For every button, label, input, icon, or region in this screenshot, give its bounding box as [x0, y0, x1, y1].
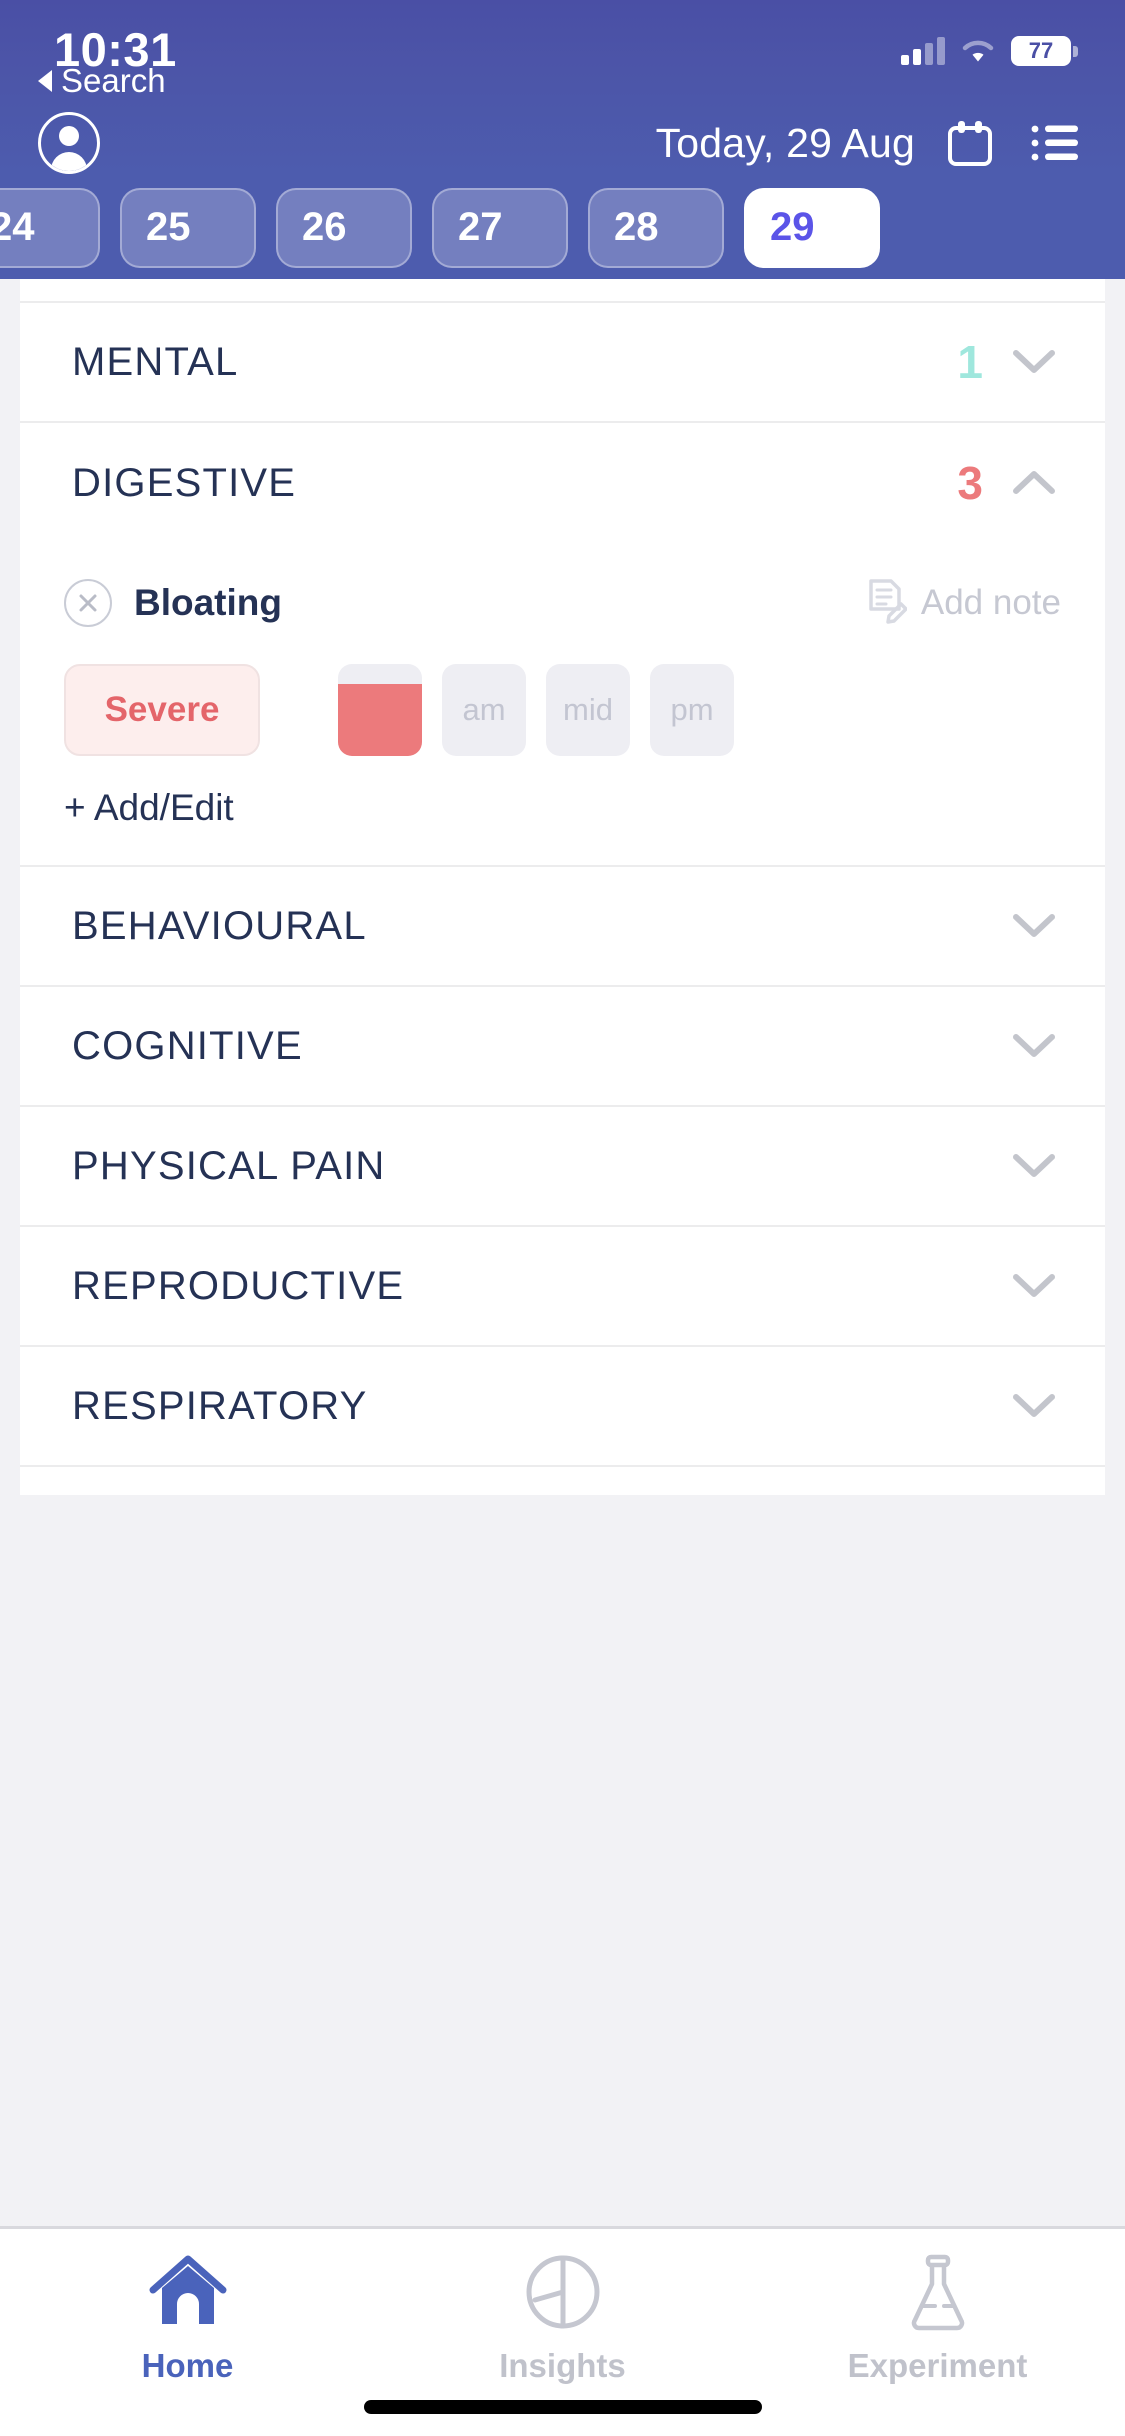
- nav-actions: [947, 119, 1079, 167]
- category-meta: [1013, 1153, 1055, 1179]
- chevron-down-icon[interactable]: [1013, 1153, 1055, 1179]
- time-slot-label: am: [462, 692, 506, 727]
- tab-label: Home: [141, 2347, 234, 2384]
- status-bar-indicators: 77: [901, 22, 1078, 66]
- home-indicator-bar[interactable]: [363, 2400, 762, 2414]
- back-triangle-icon: [38, 70, 52, 92]
- tab-label: Insights: [499, 2347, 626, 2384]
- digestive-expanded-body: Bloating Add note Severe am mid pm + Add…: [20, 543, 1105, 867]
- wifi-icon: [961, 38, 995, 64]
- battery-percent-label: 77: [1028, 38, 1054, 63]
- tab-experiment[interactable]: Experiment: [750, 2251, 1125, 2385]
- app-screen: 10:31 77 Search Today, 29 Aug 24 25 26 2…: [0, 0, 1125, 2436]
- chevron-down-icon[interactable]: [1013, 1393, 1055, 1419]
- date-pill-label: 24: [0, 205, 35, 249]
- category-label: PHYSICAL PAIN: [72, 1143, 386, 1188]
- date-pill-label: 28: [614, 205, 659, 249]
- tab-insights[interactable]: Insights: [375, 2251, 750, 2385]
- chevron-down-icon[interactable]: [1013, 349, 1055, 375]
- date-pill-24[interactable]: 24: [0, 187, 100, 268]
- category-meta: [1013, 1033, 1055, 1059]
- page-title: Today, 29 Aug: [655, 119, 915, 166]
- nav-row: Today, 29 Aug: [0, 104, 1125, 182]
- date-pill-28[interactable]: 28: [588, 187, 724, 268]
- date-selector-track: 24 25 26 27 28 29: [0, 187, 880, 268]
- time-slot-mid[interactable]: mid: [546, 664, 630, 756]
- category-meta: [1013, 1393, 1055, 1419]
- add-note-button[interactable]: Add note: [865, 578, 1061, 629]
- back-to-search-link[interactable]: Search: [38, 62, 166, 100]
- category-label: BEHAVIOURAL: [72, 903, 367, 948]
- app-header: 10:31 77 Search Today, 29 Aug: [0, 0, 1125, 176]
- x-circle-icon[interactable]: [64, 579, 112, 627]
- category-row-reproductive[interactable]: REPRODUCTIVE: [20, 1227, 1105, 1347]
- date-pill-26[interactable]: 26: [276, 187, 412, 268]
- severity-and-timeslots: Severe am mid pm: [64, 639, 1061, 773]
- home-icon: [145, 2251, 231, 2333]
- category-row-behavioural[interactable]: BEHAVIOURAL: [20, 867, 1105, 987]
- severity-pill-severe[interactable]: Severe: [64, 664, 260, 756]
- chevron-down-icon[interactable]: [1013, 913, 1055, 939]
- category-label: REPRODUCTIVE: [72, 1263, 405, 1308]
- calendar-icon[interactable]: [947, 119, 993, 167]
- battery-icon: 77: [1011, 36, 1078, 66]
- category-meta: 1: [957, 335, 1055, 389]
- profile-avatar-icon[interactable]: [38, 112, 100, 174]
- date-pill-label: 27: [458, 205, 503, 249]
- symptom-name-label: Bloating: [134, 582, 282, 623]
- severity-label: Severe: [104, 690, 220, 729]
- category-row-digestive[interactable]: DIGESTIVE 3: [20, 423, 1105, 543]
- list-top-spacer: [20, 279, 1105, 303]
- date-selector-strip[interactable]: 24 25 26 27 28 29: [0, 176, 1125, 279]
- tab-home[interactable]: Home: [0, 2251, 375, 2385]
- date-pill-27[interactable]: 27: [432, 187, 568, 268]
- cellular-signal-icon: [901, 37, 945, 65]
- category-row-physical-pain[interactable]: PHYSICAL PAIN: [20, 1107, 1105, 1227]
- date-pill-25[interactable]: 25: [120, 187, 256, 268]
- category-row-respiratory[interactable]: RESPIRATORY: [20, 1347, 1105, 1467]
- category-row-cognitive[interactable]: COGNITIVE: [20, 987, 1105, 1107]
- chevron-down-icon[interactable]: [1013, 1273, 1055, 1299]
- symptom-category-list: MENTAL 1 DIGESTIVE 3 Bloating Add note S…: [0, 279, 1125, 2226]
- date-pill-label: 25: [146, 205, 191, 249]
- status-bar: 10:31 77: [0, 0, 1125, 76]
- date-pill-label: 29: [770, 205, 815, 249]
- symptom-identity: Bloating: [64, 579, 282, 627]
- pie-chart-icon: [520, 2251, 606, 2333]
- category-row-mental[interactable]: MENTAL 1: [20, 303, 1105, 423]
- time-slot-label: mid: [563, 692, 613, 727]
- category-meta: [1013, 913, 1055, 939]
- time-slot-label: pm: [670, 692, 714, 727]
- time-slot-pm[interactable]: pm: [650, 664, 734, 756]
- chevron-up-icon[interactable]: [1013, 470, 1055, 496]
- list-icon[interactable]: [1031, 123, 1079, 163]
- list-bottom-spacer: [20, 1467, 1105, 1495]
- date-pill-29-selected[interactable]: 29: [744, 187, 880, 268]
- category-label: MENTAL: [72, 339, 239, 384]
- date-pill-label: 26: [302, 205, 347, 249]
- time-slot-night[interactable]: [338, 664, 422, 756]
- category-count-badge: 3: [957, 457, 983, 509]
- category-meta: 3: [957, 456, 1055, 510]
- category-meta: [1013, 1273, 1055, 1299]
- tab-label: Experiment: [847, 2347, 1028, 2384]
- add-note-label: Add note: [920, 583, 1061, 622]
- symptom-row-bloating: Bloating Add note: [64, 543, 1061, 639]
- category-label: DIGESTIVE: [72, 460, 297, 505]
- chevron-down-icon[interactable]: [1013, 1033, 1055, 1059]
- time-slot-fill: [338, 684, 422, 756]
- add-edit-link[interactable]: + Add/Edit: [64, 773, 1061, 865]
- note-edit-icon: [865, 578, 908, 629]
- time-slot-group: am mid pm: [338, 664, 734, 756]
- time-slot-am[interactable]: am: [442, 664, 526, 756]
- category-label: RESPIRATORY: [72, 1383, 368, 1428]
- back-link-label: Search: [61, 62, 166, 99]
- category-label: COGNITIVE: [72, 1023, 303, 1068]
- category-count-badge: 1: [957, 336, 983, 388]
- flask-icon: [895, 2251, 981, 2333]
